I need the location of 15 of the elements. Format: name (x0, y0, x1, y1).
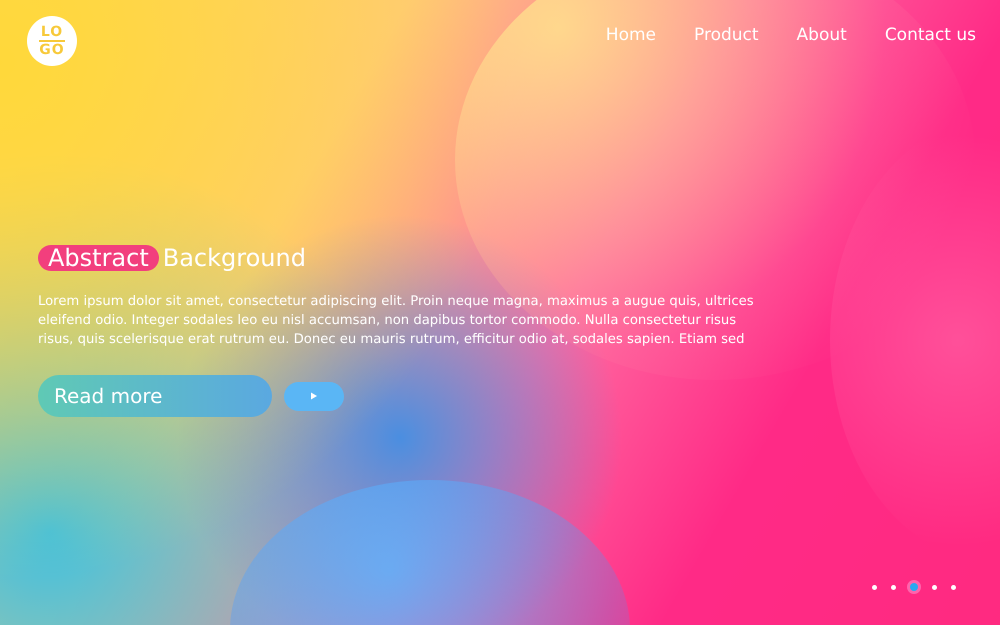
nav-link[interactable]: Home (606, 25, 656, 45)
logo-badge[interactable]: LO GO (27, 16, 77, 66)
nav-link[interactable]: Product (694, 25, 759, 45)
pager-dot[interactable] (891, 584, 896, 590)
pager-dot[interactable] (932, 584, 937, 590)
play-icon (310, 392, 318, 400)
pager-dot[interactable] (910, 583, 918, 591)
read-more-button[interactable]: Read more (38, 375, 272, 417)
hero-title: Background (162, 244, 306, 272)
highlight-tag: Abstract (38, 245, 159, 271)
pager-dot[interactable] (872, 584, 877, 590)
pager-dot[interactable] (951, 584, 956, 590)
nav-link[interactable]: About (796, 25, 847, 45)
hero-paragraph: Lorem ipsum dolor sit amet, consectetur adipiscing elit. Proin neque magna, maximus a augue quis, ultrices eleifend odio. Integer sodales leo eu nisl accumsan, non dapibus tortor commodo. Nulla consectetur risus risus, quis scelerisque erat rutrum eu. Donec eu mauris rutrum, efficitur odio at, sodales sapien. Etiam sed (38, 293, 755, 349)
nav-link[interactable]: Contact us (884, 25, 976, 45)
